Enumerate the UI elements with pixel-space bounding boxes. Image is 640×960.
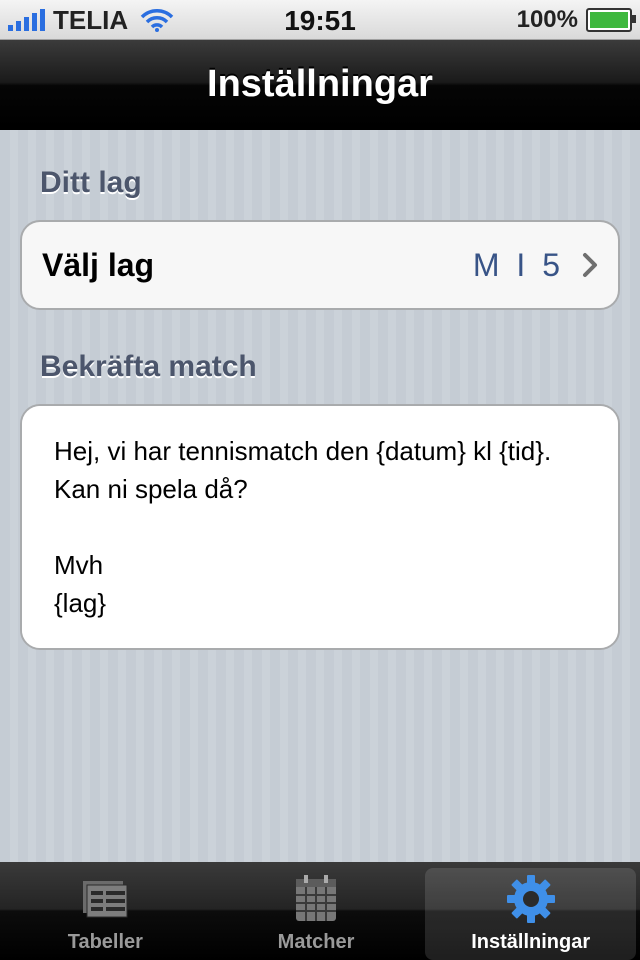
tab-matcher[interactable]: Matcher [211, 862, 422, 960]
gear-icon [506, 875, 555, 923]
message-line: Kan ni spela då? [54, 474, 248, 504]
calendar-icon [296, 875, 336, 921]
confirm-message-group: Hej, vi har tennismatch den {datum} kl {… [20, 404, 620, 650]
tab-installningar[interactable]: Inställningar [425, 868, 637, 960]
tab-tabeller[interactable]: Tabeller [0, 862, 211, 960]
message-line [54, 508, 586, 546]
choose-team-row[interactable]: Välj lag M I 5 [22, 222, 618, 308]
message-line: Mvh [54, 550, 104, 580]
settings-content[interactable]: Ditt lag Välj lag M I 5 Bekräfta match H… [0, 130, 640, 862]
selected-team-value: M I 5 [472, 246, 564, 283]
section-header-confirm: Bekräfta match [40, 350, 257, 383]
status-right: 100% [516, 0, 636, 40]
chevron-right-icon [583, 253, 597, 277]
tab-bar: Tabeller Matcher Inställningar [0, 862, 640, 960]
status-bar: TELIA 19:51 100% [0, 0, 640, 40]
message-line: {lag} [54, 588, 107, 618]
tab-label-matcher: Matcher [277, 931, 355, 953]
team-group: Välj lag M I 5 [20, 220, 620, 310]
navigation-bar: Inställningar [0, 40, 640, 130]
battery-percent: 100% [516, 6, 578, 33]
battery-icon [586, 8, 636, 32]
tables-icon [83, 881, 128, 918]
choose-team-label: Välj lag [42, 246, 155, 283]
page-title: Inställningar [207, 62, 433, 105]
confirm-message-textarea[interactable]: Hej, vi har tennismatch den {datum} kl {… [22, 406, 618, 648]
tab-label-installningar: Inställningar [471, 931, 591, 953]
tab-label-tabeller: Tabeller [67, 931, 143, 953]
message-line: Hej, vi har tennismatch den {datum} kl {… [54, 436, 552, 466]
section-header-team: Ditt lag [40, 166, 142, 199]
